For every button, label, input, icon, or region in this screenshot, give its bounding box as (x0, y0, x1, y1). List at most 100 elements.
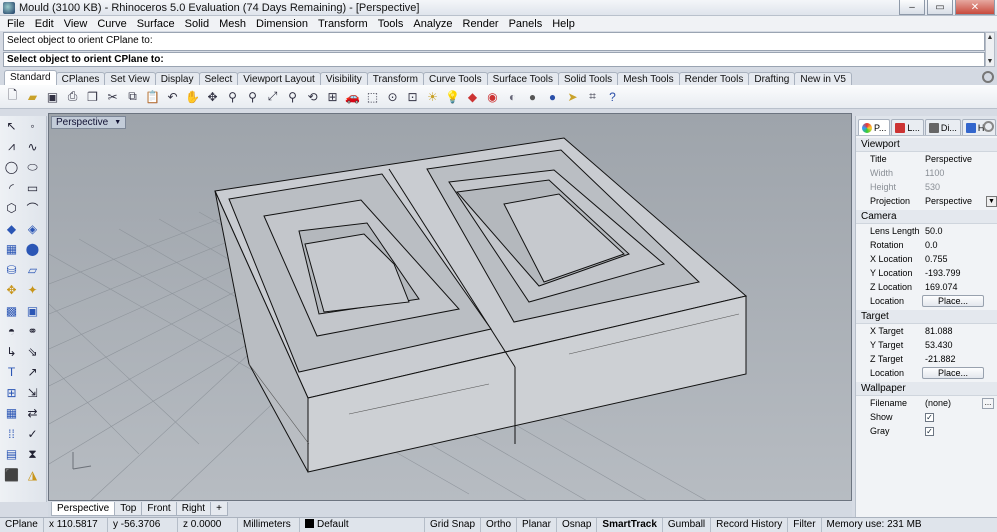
mesh-icon[interactable]: ▩ (3, 302, 20, 319)
cplane-icon[interactable]: ⌗ (584, 88, 601, 105)
browse-button[interactable]: ... (982, 397, 994, 409)
menu-edit[interactable]: Edit (30, 18, 59, 30)
ortho-toggle[interactable]: Ortho (481, 517, 518, 532)
menu-file[interactable]: File (2, 18, 30, 30)
zoom-icon[interactable]: ⚲ (224, 88, 241, 105)
trim-icon[interactable]: ↳ (3, 343, 20, 360)
filename-field[interactable]: (none) (922, 398, 982, 408)
gumball-toggle[interactable]: Gumball (663, 517, 712, 532)
x-location-field[interactable]: 0.755 (922, 254, 997, 264)
light-icon[interactable]: ☀ (424, 88, 441, 105)
layer-icon[interactable]: 💡 (444, 88, 461, 105)
join-icon[interactable]: ⚭ (24, 323, 41, 340)
render-icon[interactable]: ⬛ (3, 466, 20, 483)
menu-surface[interactable]: Surface (132, 18, 180, 30)
filter-toggle[interactable]: Filter (788, 517, 822, 532)
zoom-extents-icon[interactable]: ⤢ (264, 88, 281, 105)
measure-icon[interactable]: ⇄ (24, 405, 41, 422)
grid-snap-toggle[interactable]: Grid Snap (425, 517, 482, 532)
analyze-icon[interactable]: ▦ (3, 405, 20, 422)
named-cplane-icon[interactable]: ⊡ (404, 88, 421, 105)
tab-layers[interactable]: L... (891, 119, 924, 135)
cut-icon[interactable]: ✂ (104, 88, 121, 105)
grid-dots-icon[interactable]: ⁞⁞ (3, 425, 20, 442)
vptab-top[interactable]: Top (114, 502, 143, 516)
extrude-icon[interactable]: ▱ (24, 261, 41, 278)
record-history-toggle[interactable]: Record History (711, 517, 789, 532)
polygon-icon[interactable]: ⬡ (3, 200, 20, 217)
scroll-down-icon[interactable]: ▼ (986, 57, 994, 66)
fillet-icon[interactable]: ◓ (3, 323, 20, 340)
rotate-view-icon[interactable]: ✥ (204, 88, 221, 105)
curve-icon[interactable]: ∿ (24, 138, 41, 155)
tab-solid-tools[interactable]: Solid Tools (558, 72, 619, 85)
close-button[interactable]: ✕ (955, 0, 995, 15)
grid-icon[interactable]: ⊙ (384, 88, 401, 105)
menu-help[interactable]: Help (547, 18, 580, 30)
menu-tools[interactable]: Tools (373, 18, 409, 30)
vptab-perspective[interactable]: Perspective (51, 502, 116, 516)
tab-transform[interactable]: Transform (366, 72, 424, 85)
paste-icon[interactable]: 📋 (144, 88, 161, 105)
hide-icon[interactable]: ⧗ (24, 446, 41, 463)
arc-icon[interactable]: ◜ (3, 179, 20, 196)
text-curve-icon[interactable]: ⌒ (24, 200, 41, 217)
rectangle-icon[interactable]: ▭ (24, 179, 41, 196)
rotation-field[interactable]: 0.0 (922, 240, 997, 250)
tab-display-mode[interactable]: Di... (924, 119, 961, 135)
cylinder-icon[interactable]: ⛁ (3, 261, 20, 278)
toolbar-options-gear-icon[interactable] (982, 71, 994, 83)
menu-view[interactable]: View (59, 18, 93, 30)
four-views-icon[interactable]: ⊞ (324, 88, 341, 105)
menu-render[interactable]: Render (458, 18, 504, 30)
menu-transform[interactable]: Transform (313, 18, 373, 30)
tab-visibility[interactable]: Visibility (319, 72, 368, 85)
projection-dropdown-icon[interactable]: ▼ (986, 195, 997, 207)
material-icon[interactable]: ● (544, 88, 561, 105)
box-icon[interactable]: ▦ (3, 241, 20, 258)
menu-panels[interactable]: Panels (504, 18, 548, 30)
help-icon[interactable]: ? (604, 88, 621, 105)
boolean-icon[interactable]: ✦ (24, 282, 41, 299)
zoom-selected-icon[interactable]: ⚲ (284, 88, 301, 105)
rendered-icon[interactable]: ● (524, 88, 541, 105)
menu-analyze[interactable]: Analyze (408, 18, 457, 30)
copy-icon[interactable]: ⧉ (124, 88, 141, 105)
y-location-field[interactable]: -193.799 (922, 268, 997, 278)
menu-dimension[interactable]: Dimension (251, 18, 313, 30)
projection-select[interactable]: Perspective (922, 196, 984, 206)
viewport-title[interactable]: Perspective ▼ (51, 116, 127, 129)
tab-display[interactable]: Display (154, 72, 200, 85)
x-target-field[interactable]: 81.088 (922, 326, 997, 336)
circle-icon[interactable]: ◯ (3, 159, 20, 176)
ellipse-icon[interactable]: ⬭ (24, 159, 41, 176)
sphere-icon[interactable]: ⬤ (24, 241, 41, 258)
osnap-toggle[interactable]: Osnap (557, 517, 598, 532)
tab-curve-tools[interactable]: Curve Tools (422, 72, 488, 85)
save-icon[interactable]: ▣ (44, 88, 61, 105)
pivot-icon[interactable]: ➤ (564, 88, 581, 105)
select-arrow-icon[interactable]: ↖ (3, 118, 20, 135)
check-icon[interactable]: ✓ (24, 425, 41, 442)
polyline-icon[interactable]: ⩘ (3, 138, 20, 155)
menu-curve[interactable]: Curve (92, 18, 131, 30)
group-icon[interactable]: ▤ (3, 446, 20, 463)
smarttrack-toggle[interactable]: SmartTrack (597, 517, 663, 532)
select-icon[interactable]: ⬚ (364, 88, 381, 105)
panel-options-gear-icon[interactable] (983, 121, 994, 132)
shaded-icon[interactable]: ◐ (504, 88, 521, 105)
show-checkbox[interactable]: ✓ (925, 413, 934, 422)
title-field[interactable]: Perspective (922, 154, 997, 164)
planar-toggle[interactable]: Planar (517, 517, 557, 532)
undo-view-icon[interactable]: ⟲ (304, 88, 321, 105)
zoom-window-icon[interactable]: ⚲ (244, 88, 261, 105)
tab-set-view[interactable]: Set View (104, 72, 156, 85)
new-icon[interactable]: 🗋 (4, 88, 21, 105)
tab-mesh-tools[interactable]: Mesh Tools (617, 72, 680, 85)
gumball-icon[interactable]: ⇲ (24, 384, 41, 401)
cplane-indicator[interactable]: CPlane (0, 517, 44, 532)
viewport-menu-dropdown-icon[interactable]: ▼ (114, 117, 121, 128)
menu-mesh[interactable]: Mesh (214, 18, 251, 30)
tab-render-tools[interactable]: Render Tools (678, 72, 750, 85)
tab-select[interactable]: Select (198, 72, 239, 85)
